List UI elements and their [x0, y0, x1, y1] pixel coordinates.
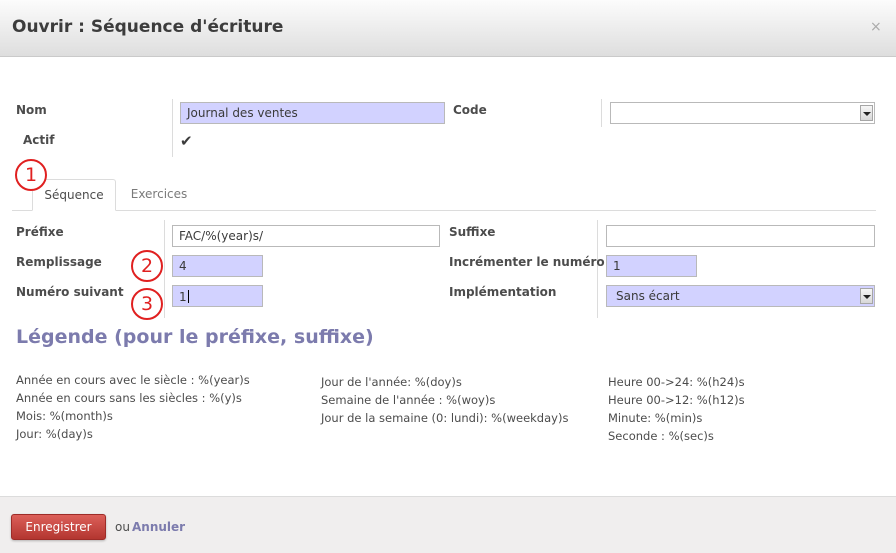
- annotation-circle-1: 1: [15, 159, 47, 191]
- save-button[interactable]: Enregistrer: [11, 514, 106, 540]
- close-icon[interactable]: ×: [870, 19, 882, 35]
- chevron-down-icon[interactable]: [860, 105, 873, 121]
- legend-line: Jour de la semaine (0: lundi): %(weekday…: [321, 411, 569, 425]
- implementation-label: Implémentation: [449, 285, 557, 299]
- actif-label: Actif: [23, 133, 55, 147]
- remplissage-label: Remplissage: [16, 255, 102, 269]
- suffixe-input[interactable]: [606, 225, 875, 247]
- legend-column-3: Heure 00->24: %(h24)s Heure 00->12: %(h1…: [608, 373, 745, 445]
- annotation-circle-2: 2: [131, 250, 163, 282]
- legend-line: Mois: %(month)s: [16, 409, 113, 423]
- legend-line: Année en cours avec le siècle : %(year)s: [16, 373, 250, 387]
- or-text: ou: [115, 520, 130, 534]
- legend-title: Légende (pour le préfixe, suffixe): [16, 326, 374, 348]
- nom-label: Nom: [16, 103, 47, 117]
- text-cursor: [187, 290, 189, 303]
- legend-line: Minute: %(min)s: [608, 411, 703, 425]
- implementation-select[interactable]: Sans écart: [606, 285, 875, 307]
- legend-line: Jour: %(day)s: [16, 427, 93, 441]
- legend-line: Jour de l'année: %(doy)s: [321, 375, 462, 389]
- actif-checkbox[interactable]: ✔: [180, 133, 196, 149]
- legend-column-2: Jour de l'année: %(doy)s Semaine de l'an…: [321, 373, 568, 427]
- legend-line: Heure 00->12: %(h12)s: [608, 393, 745, 407]
- divider: [597, 220, 598, 318]
- increment-input[interactable]: 1: [606, 255, 697, 277]
- increment-label: Incrémenter le numéro: [449, 255, 605, 269]
- code-select[interactable]: [610, 102, 875, 124]
- suffixe-label: Suffixe: [449, 225, 496, 239]
- legend-line: Année en cours sans les siècles : %(y)s: [16, 391, 242, 405]
- remplissage-input[interactable]: 4: [172, 255, 263, 277]
- nom-field[interactable]: Journal des ventes: [180, 102, 445, 124]
- implementation-value: Sans écart: [616, 289, 680, 303]
- prefixe-label: Préfixe: [16, 225, 64, 239]
- dialog-header: Ouvrir : Séquence d'écriture ×: [0, 0, 896, 57]
- cancel-link[interactable]: Annuler: [132, 520, 185, 534]
- dialog-title: Ouvrir : Séquence d'écriture: [12, 17, 284, 37]
- divider: [172, 99, 173, 157]
- annotation-circle-3: 3: [131, 288, 163, 320]
- dialog-footer: Enregistrer ou Annuler: [0, 496, 896, 553]
- divider: [601, 99, 602, 127]
- legend-line: Seconde : %(sec)s: [608, 429, 714, 443]
- legend-line: Semaine de l'année : %(woy)s: [321, 393, 496, 407]
- numero-suivant-input[interactable]: 1: [172, 285, 263, 307]
- numero-suivant-label: Numéro suivant: [16, 285, 124, 299]
- numero-suivant-value: 1: [179, 290, 187, 304]
- code-label: Code: [453, 103, 487, 117]
- legend-line: Heure 00->24: %(h24)s: [608, 375, 745, 389]
- prefixe-input[interactable]: FAC/%(year)s/: [172, 225, 440, 247]
- divider: [164, 220, 165, 318]
- chevron-down-icon[interactable]: [860, 288, 873, 304]
- tab-sequence[interactable]: Séquence: [32, 179, 116, 211]
- tab-exercices[interactable]: Exercices: [116, 179, 202, 211]
- legend-column-1: Année en cours avec le siècle : %(year)s…: [16, 371, 250, 443]
